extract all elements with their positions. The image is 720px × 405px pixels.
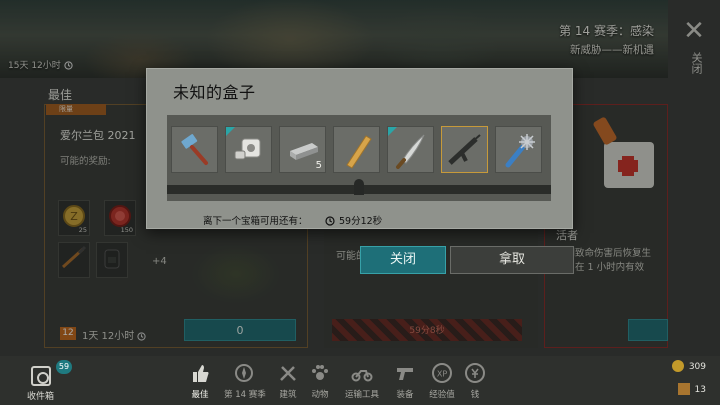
crate-amount: 13 bbox=[694, 385, 706, 395]
svg-text:XP: XP bbox=[437, 370, 447, 379]
tab-money[interactable]: 钱 bbox=[455, 362, 495, 400]
motorcycle-icon bbox=[351, 370, 373, 382]
xp-icon: XP bbox=[432, 363, 452, 383]
crate-balance: 13 bbox=[677, 383, 706, 395]
dialog-title: 未知的盒子 bbox=[173, 83, 256, 102]
item-slot-wooden-plank[interactable] bbox=[333, 126, 380, 173]
crate-icon bbox=[677, 383, 690, 395]
coin-balance: 309 bbox=[671, 360, 706, 372]
inbox-label[interactable]: 收件箱 bbox=[27, 389, 54, 402]
tools-icon bbox=[280, 366, 296, 381]
pistol-icon bbox=[397, 368, 413, 380]
tab-transport[interactable]: 运输工具 bbox=[342, 362, 382, 400]
tab-season[interactable]: 第 14 赛季 bbox=[224, 362, 266, 400]
inbox-count-badge: 59 bbox=[56, 360, 72, 374]
item-slot-spiked-club[interactable] bbox=[495, 126, 542, 173]
tab-animals[interactable]: 动物 bbox=[300, 362, 340, 400]
tab-label: 装备 bbox=[396, 390, 414, 400]
unknown-box-dialog: 未知的盒子 5 离下一个宝箱可用还有： 59分12秒 bbox=[146, 68, 573, 229]
item-slot-sledgehammer[interactable] bbox=[171, 126, 218, 173]
money-icon bbox=[465, 363, 485, 383]
tab-label: 运输工具 bbox=[344, 390, 379, 400]
item-slot-machete[interactable] bbox=[387, 126, 434, 173]
scroll-knob[interactable] bbox=[354, 179, 364, 195]
spiked-club-icon bbox=[505, 134, 535, 168]
inbox-icon[interactable] bbox=[31, 366, 51, 386]
tab-best[interactable]: 最佳 bbox=[180, 362, 220, 400]
next-box-timer: 59分12秒 bbox=[325, 213, 382, 227]
item-slot-assault-rifle[interactable] bbox=[441, 126, 488, 173]
coin-icon bbox=[671, 360, 684, 372]
item-slot-metal-bar[interactable]: 5 bbox=[279, 126, 326, 173]
assault-rifle-icon bbox=[448, 134, 481, 165]
item-slot-mechanical-part[interactable] bbox=[225, 126, 272, 173]
next-box-time: 59分12秒 bbox=[339, 216, 383, 227]
take-button[interactable]: 拿取 bbox=[450, 246, 574, 274]
wooden-plank-icon bbox=[346, 135, 372, 169]
tab-label: 最佳 bbox=[191, 390, 209, 400]
paw-icon bbox=[312, 365, 328, 380]
season-icon bbox=[235, 364, 253, 382]
item-count: 5 bbox=[315, 160, 322, 171]
tab-label: 动物 bbox=[311, 390, 329, 400]
dialog-close-button[interactable]: 关闭 bbox=[360, 246, 446, 274]
machete-icon bbox=[396, 134, 425, 169]
tab-label: 第 14 赛季 bbox=[224, 390, 266, 400]
next-box-label: 离下一个宝箱可用还有： bbox=[203, 216, 308, 227]
tab-equipment[interactable]: 装备 bbox=[385, 362, 425, 400]
tab-label: 钱 bbox=[470, 390, 480, 400]
mechanical-part-icon bbox=[234, 138, 261, 160]
sledgehammer-icon bbox=[181, 134, 208, 165]
thumbs-up-icon bbox=[193, 365, 209, 382]
clock-icon bbox=[325, 216, 335, 226]
coin-amount: 309 bbox=[688, 362, 706, 372]
